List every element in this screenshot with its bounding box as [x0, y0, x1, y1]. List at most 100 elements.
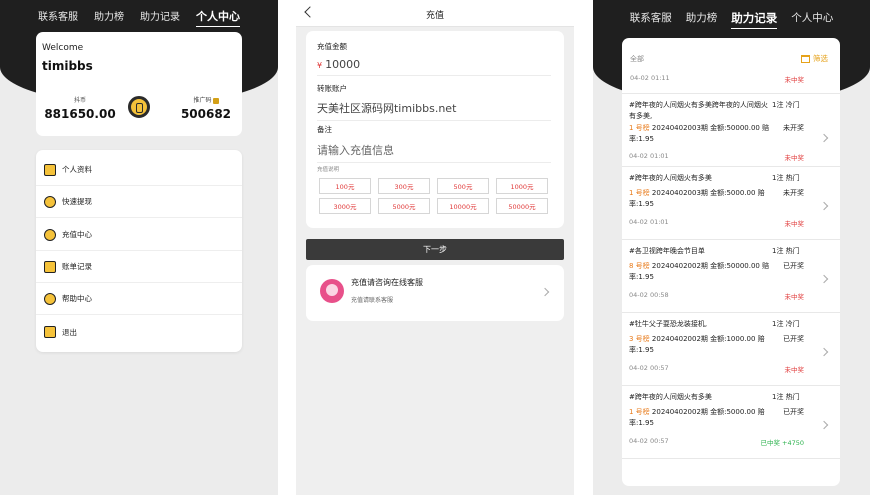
filter-row: 全部 筛选 04-02 01:11 未中奖: [622, 38, 840, 94]
username: timibbs: [42, 59, 93, 73]
amount-option[interactable]: 100元: [319, 178, 371, 194]
record-result: 已开奖: [783, 335, 804, 343]
account-label: 转账账户: [317, 84, 347, 93]
profile-card: Welcome timibbs 抖币 881650.00 推广码 500682: [36, 32, 242, 136]
amount-option[interactable]: 500元: [437, 178, 489, 194]
menu-label: 快速提现: [62, 197, 92, 206]
filter-label: 筛选: [813, 54, 828, 63]
amount-options: 100元 300元 500元 1000元 3000元 5000元 10000元 …: [319, 178, 549, 214]
chevron-right-icon: [819, 347, 829, 357]
recharge-header: 充值: [296, 0, 574, 27]
record-item[interactable]: #跨年夜的人间烟火有多美 1注 热门 1 号榜 20240402003期 金额:5…: [622, 167, 840, 240]
record-rank: 1 号榜: [629, 189, 652, 197]
amount-option[interactable]: 50000元: [496, 198, 548, 214]
service-title: 充值请咨询在线客服: [351, 278, 423, 287]
menu-item-bills[interactable]: 账单记录: [36, 251, 242, 283]
record-date: 04-02 00:57: [629, 437, 669, 445]
record-rank: 1 号榜: [629, 124, 652, 132]
nav-records[interactable]: 助力记录: [140, 6, 180, 27]
personal-center-screen: 联系客服 助力榜 助力记录 个人中心 Welcome timibbs 抖币 88…: [0, 0, 278, 495]
record-detail: 1 号榜 20240402002期 金额:5000.00 赔率:1.95: [629, 407, 781, 429]
record-tag: 1注 冷门: [772, 320, 800, 328]
amount-value: 10000: [325, 58, 361, 71]
nav-personal-center[interactable]: 个人中心: [791, 8, 833, 29]
record-title: #跨年夜的人间烟火有多美: [629, 174, 712, 182]
help-icon: [44, 292, 56, 305]
chevron-right-icon: [819, 201, 829, 211]
amount-option[interactable]: 300元: [378, 178, 430, 194]
record-title: #跨年夜的人间烟火有多美: [629, 393, 712, 401]
amount-option[interactable]: 5000元: [378, 198, 430, 214]
record-item[interactable]: #跨年夜的人间烟火有多美跨年夜的人间烟火有多美, 1注 冷门 1 号榜 20240…: [622, 94, 840, 167]
currency-symbol: ¥: [317, 61, 323, 70]
amount-option[interactable]: 3000元: [319, 198, 371, 214]
recharge-form: 充值金额 ¥10000 转账账户 天美社区源码网timibbs.net 备注 请…: [306, 31, 564, 228]
filter-icon: [801, 54, 810, 63]
record-title: #跨年夜的人间烟火有多美跨年夜的人间烟火有多美,: [629, 101, 768, 120]
nav-personal-center[interactable]: 个人中心: [196, 6, 240, 27]
top-nav: 联系客服 助力榜 助力记录 个人中心: [593, 8, 870, 29]
nav-contact-service[interactable]: 联系客服: [630, 8, 672, 29]
amount-label: 充值金额: [317, 42, 347, 51]
menu-item-profile[interactable]: 个人资料: [36, 154, 242, 186]
menu-item-recharge[interactable]: 充值中心: [36, 219, 242, 251]
promo-label: 推广码: [193, 97, 212, 104]
service-subtitle: 充值请联系客服: [351, 297, 394, 304]
record-detail: 1 号榜 20240402003期 金额:5000.00 赔率:1.95: [629, 188, 781, 210]
records-list: 全部 筛选 04-02 01:11 未中奖 #跨年夜的人间烟火有多美跨年夜的人间…: [622, 38, 840, 486]
record-date: 04-02 01:01: [629, 152, 669, 160]
logout-icon: [44, 326, 56, 338]
bill-icon: [44, 260, 56, 273]
record-item[interactable]: #牡牛父子耍恐龙装接机, 1注 冷门 3 号榜 20240402002期 金额:1…: [622, 313, 840, 386]
recharge-screen: 充值 充值金额 ¥10000 转账账户 天美社区源码网timibbs.net 备…: [296, 0, 574, 495]
record-status: 已中奖 +4750: [760, 439, 804, 447]
record-rank: 8 号榜: [629, 262, 652, 270]
record-rank: 3 号榜: [629, 335, 652, 343]
record-item[interactable]: #跨年夜的人间烟火有多美 1注 热门 1 号榜 20240402002期 金额:5…: [622, 386, 840, 459]
filter-all[interactable]: 全部: [630, 54, 644, 64]
menu-label: 账单记录: [62, 262, 92, 271]
record-tag: 1注 冷门: [772, 101, 800, 109]
next-step-button[interactable]: 下一步: [306, 239, 564, 260]
nav-contact-service[interactable]: 联系客服: [38, 6, 78, 27]
menu-item-help[interactable]: 帮助中心: [36, 283, 242, 315]
note-input[interactable]: 请输入充值信息: [317, 142, 551, 163]
record-status: 未中奖: [784, 154, 805, 162]
record-date: 04-02 01:01: [629, 218, 669, 226]
record-date: 04-02 00:57: [629, 364, 669, 372]
nav-ranking[interactable]: 助力榜: [94, 6, 124, 27]
menu-label: 帮助中心: [62, 294, 92, 303]
record-title: #牡牛父子耍恐龙装接机,: [629, 320, 708, 328]
record-date: 04-02 01:11: [630, 74, 670, 82]
record-item[interactable]: #各卫视跨年晚会节目单 1注 热门 8 号榜 20240402002期 金额:50…: [622, 240, 840, 313]
record-date: 04-02 00:58: [629, 291, 669, 299]
recharge-icon: [44, 228, 56, 241]
record-tag: 1注 热门: [772, 174, 800, 182]
amount-input[interactable]: ¥10000: [317, 58, 551, 76]
record-detail: 3 号榜 20240402002期 金额:1000.00 赔率:1.95: [629, 334, 781, 356]
copy-icon[interactable]: [212, 97, 219, 104]
menu-label: 退出: [62, 327, 77, 337]
top-nav: 联系客服 助力榜 助力记录 个人中心: [0, 6, 278, 27]
nav-records[interactable]: 助力记录: [731, 8, 778, 29]
menu-item-withdraw[interactable]: 快速提现: [36, 186, 242, 218]
chevron-right-icon: [819, 274, 829, 284]
record-status: 未中奖: [784, 366, 805, 374]
menu-label: 充值中心: [62, 230, 92, 239]
desc-label: 充值说明: [317, 167, 340, 173]
amount-option[interactable]: 10000元: [437, 198, 489, 214]
coin-label: 抖币: [73, 97, 86, 104]
amount-option[interactable]: 1000元: [496, 178, 548, 194]
coin-balance: 抖币 881650.00: [42, 95, 118, 121]
record-title: #各卫视跨年晚会节目单: [629, 247, 705, 255]
filter-button[interactable]: 筛选: [801, 53, 828, 64]
menu-card: 个人资料 快速提现 充值中心 账单记录 帮助中心 退出: [36, 150, 242, 352]
customer-service-card[interactable]: 充值请咨询在线客服 充值请联系客服: [306, 265, 564, 321]
chevron-right-icon: [540, 287, 550, 297]
record-status: 未中奖: [784, 293, 805, 301]
menu-label: 个人资料: [62, 165, 92, 174]
nav-ranking[interactable]: 助力榜: [686, 8, 718, 29]
withdraw-icon: [44, 195, 56, 208]
page-title: 充值: [425, 11, 444, 21]
menu-item-logout[interactable]: 退出: [36, 316, 242, 348]
